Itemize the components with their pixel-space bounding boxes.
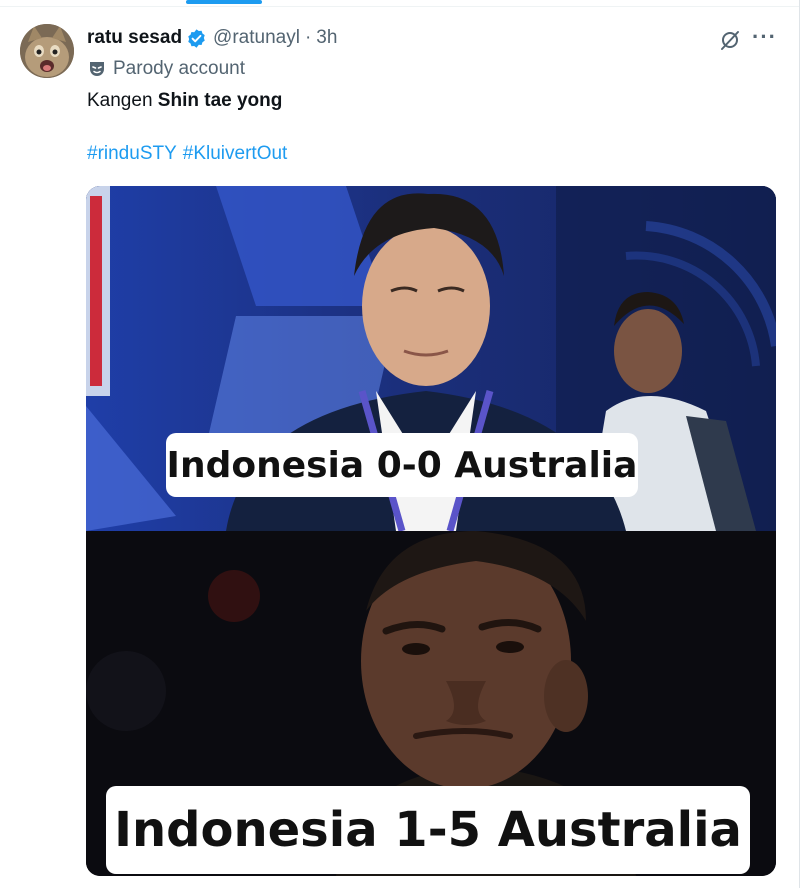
timestamp[interactable]: 3h bbox=[316, 27, 337, 49]
hashtag-link[interactable]: #KluivertOut bbox=[183, 143, 288, 164]
display-name[interactable]: ratu sesad bbox=[87, 27, 182, 49]
tweet-media[interactable]: Indonesia 0-0 Australia Indonesia 1-5 Au… bbox=[86, 186, 776, 876]
tweet-text: Kangen Shin tae yong bbox=[87, 90, 282, 112]
separator-dot: · bbox=[304, 27, 312, 48]
tweet-header: ratu sesad @ratunayl · 3h bbox=[87, 26, 337, 50]
meme-caption-top: Indonesia 0-0 Australia bbox=[166, 433, 638, 497]
parody-mask-icon bbox=[87, 59, 107, 79]
hashtags: #rinduSTY #KluivertOut bbox=[87, 143, 293, 165]
hashtag-link[interactable]: #rinduSTY bbox=[87, 143, 177, 164]
avatar[interactable] bbox=[20, 24, 74, 78]
more-options-icon[interactable]: ··· bbox=[752, 26, 776, 52]
divider bbox=[0, 6, 800, 7]
tweet-text-prefix: Kangen bbox=[87, 90, 158, 111]
meme-caption-bottom: Indonesia 1-5 Australia bbox=[106, 786, 750, 874]
verified-badge-icon bbox=[186, 28, 207, 49]
user-handle[interactable]: @ratunayl bbox=[213, 27, 300, 49]
tweet-text-bold: Shin tae yong bbox=[157, 90, 283, 111]
parody-text: Parody account bbox=[113, 58, 246, 79]
parody-label: Parody account bbox=[87, 58, 245, 80]
grok-icon[interactable] bbox=[718, 28, 742, 52]
active-tab-indicator bbox=[186, 0, 262, 4]
